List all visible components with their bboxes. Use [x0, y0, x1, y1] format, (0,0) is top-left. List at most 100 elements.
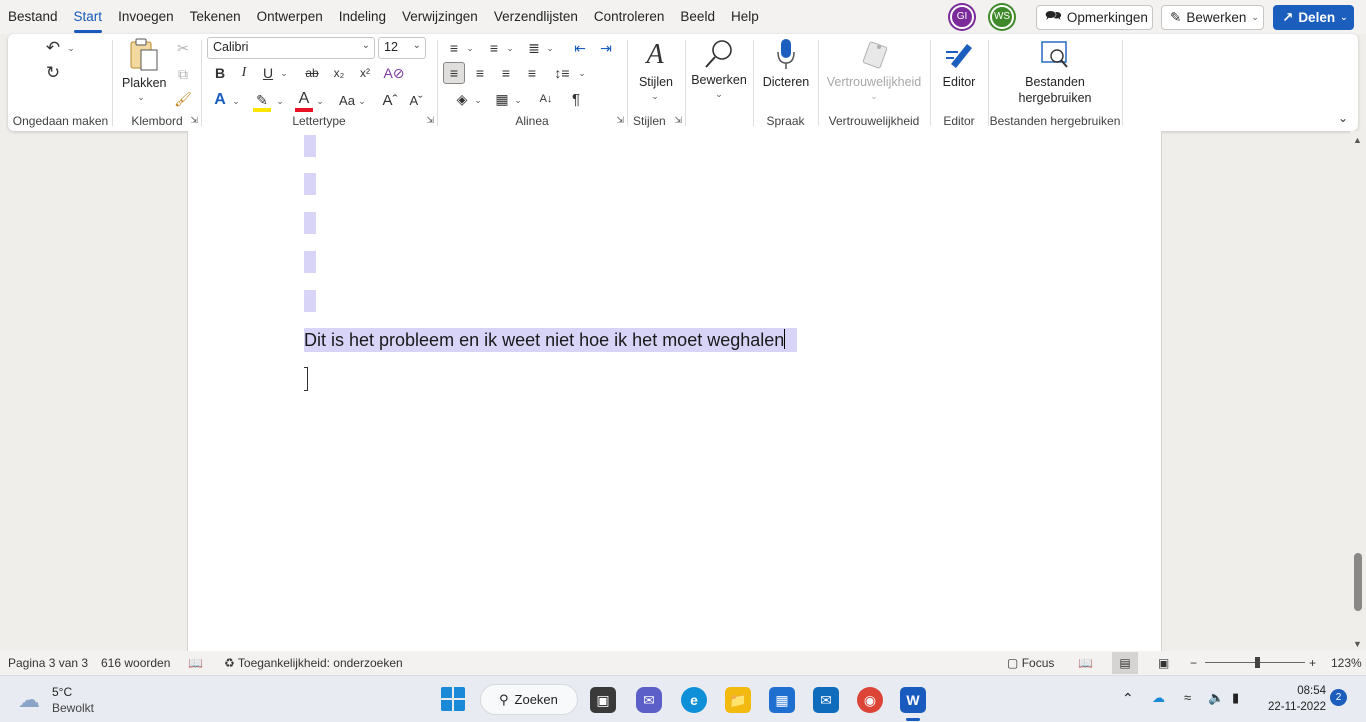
accessibility-status[interactable]: ♻ Toegankelijkheid: onderzoeken [224, 656, 403, 670]
redo-icon[interactable]: ↻ [42, 62, 64, 84]
justify-icon[interactable]: ≡ [521, 62, 543, 84]
shrink-font-icon[interactable]: Aˇ [405, 90, 427, 110]
chevron-down-icon[interactable]: ⌄ [231, 96, 241, 106]
tab-indeling[interactable]: Indeling [331, 0, 394, 34]
read-mode-icon[interactable]: 📖 [1078, 656, 1093, 670]
taskbar-search[interactable]: ⚲ Zoeken [480, 684, 578, 715]
clipboard-launcher-icon[interactable]: ⇲ [190, 115, 198, 126]
decrease-indent-icon[interactable]: ⇤ [569, 38, 591, 58]
chevron-down-icon[interactable]: ⌄ [577, 68, 587, 78]
tab-ontwerpen[interactable]: Ontwerpen [249, 0, 331, 34]
paragraph-launcher-icon[interactable]: ⇲ [616, 115, 624, 126]
tab-verwijzingen[interactable]: Verwijzingen [394, 0, 486, 34]
zoom-in-icon[interactable]: + [1309, 656, 1316, 670]
file-explorer-icon[interactable]: 📁 [725, 687, 751, 713]
bullets-icon[interactable]: ≡ [443, 38, 465, 58]
show-paragraph-marks-icon[interactable]: ¶ [565, 89, 587, 109]
font-launcher-icon[interactable]: ⇲ [426, 115, 434, 126]
align-right-icon[interactable]: ≡ [495, 62, 517, 84]
tab-bestand[interactable]: Bestand [0, 0, 66, 34]
chevron-down-icon[interactable]: ⌄ [315, 96, 325, 106]
chevron-down-icon[interactable]: ⌄ [465, 43, 475, 53]
mail-icon[interactable]: ✉ [813, 687, 839, 713]
share-button[interactable]: ↗ Delen ⌄ [1273, 5, 1354, 30]
edge-browser-icon[interactable]: e [681, 687, 707, 713]
zoom-level[interactable]: 123% [1331, 656, 1362, 670]
numbering-icon[interactable]: ≡ [483, 38, 505, 58]
word-count[interactable]: 616 woorden [101, 656, 170, 670]
chevron-down-icon[interactable]: ⌄ [275, 96, 285, 106]
format-painter-icon[interactable]: 🖌 [173, 89, 193, 109]
bold-button[interactable]: B [211, 64, 229, 82]
tab-beeld[interactable]: Beeld [672, 0, 723, 34]
chevron-down-icon[interactable]: ⌄ [513, 95, 523, 105]
clock[interactable]: 08:54 22-11-2022 [1258, 683, 1326, 715]
scroll-down-icon[interactable]: ▼ [1353, 639, 1362, 649]
editing-mode-button[interactable]: ✎ Bewerken ⌄ [1161, 5, 1264, 30]
task-view-icon[interactable]: ▣ [590, 687, 616, 713]
chevron-down-icon[interactable]: ⌄ [505, 43, 515, 53]
highlight-color-icon[interactable]: ✎ [251, 90, 273, 110]
focus-mode-button[interactable]: ▢ Focus [1007, 656, 1054, 670]
tab-start[interactable]: Start [66, 0, 111, 34]
change-case-button[interactable]: Aa [335, 90, 359, 110]
onedrive-icon[interactable]: ☁ [1152, 690, 1165, 706]
tab-help[interactable]: Help [723, 0, 767, 34]
scrollbar-thumb[interactable] [1354, 553, 1362, 611]
microsoft-store-icon[interactable]: ▦ [769, 687, 795, 713]
chrome-browser-icon[interactable]: ◉ [857, 687, 883, 713]
grow-font-icon[interactable]: Aˆ [379, 90, 401, 110]
zoom-out-icon[interactable]: − [1190, 656, 1197, 670]
tab-invoegen[interactable]: Invoegen [110, 0, 182, 34]
align-left-icon[interactable]: ≡ [443, 62, 465, 84]
text-effects-icon[interactable]: A [209, 90, 231, 110]
cut-icon[interactable]: ✂ [173, 38, 193, 58]
sort-icon[interactable]: A↓ [535, 89, 557, 109]
clear-formatting-icon[interactable]: A⊘ [383, 64, 405, 82]
teams-chat-icon[interactable]: ✉ [636, 687, 662, 713]
align-center-icon[interactable]: ≡ [469, 62, 491, 84]
undo-icon[interactable]: ↶ [42, 37, 64, 59]
shading-icon[interactable]: ◈ [451, 89, 473, 109]
wifi-icon[interactable]: ≈ [1184, 690, 1191, 705]
font-color-icon[interactable]: A [293, 89, 315, 109]
show-hidden-icons-icon[interactable]: ⌃ [1122, 690, 1134, 707]
strikethrough-button[interactable]: ab [301, 64, 323, 82]
notification-badge[interactable]: 2 [1330, 689, 1347, 706]
tab-controleren[interactable]: Controleren [586, 0, 673, 34]
word-app-icon[interactable]: W [900, 687, 926, 713]
tab-tekenen[interactable]: Tekenen [182, 0, 249, 34]
subscript-icon[interactable]: x₂ [329, 64, 349, 82]
superscript-icon[interactable]: x² [355, 64, 375, 82]
font-name-combo[interactable]: Calibri ⌄ [207, 37, 375, 59]
volume-icon[interactable]: 🔈 [1208, 690, 1224, 706]
increase-indent-icon[interactable]: ⇥ [595, 38, 617, 58]
collaborator-avatar-gi[interactable]: GI [950, 5, 974, 29]
collapse-ribbon-icon[interactable]: ⌄ [1338, 111, 1348, 125]
collaborator-avatar-ws[interactable]: WS [990, 5, 1014, 29]
multilevel-list-icon[interactable]: ≣ [523, 38, 545, 58]
line-spacing-icon[interactable]: ↕≡ [551, 62, 573, 84]
chevron-down-icon[interactable]: ⌄ [357, 96, 367, 106]
page-count[interactable]: Pagina 3 van 3 [8, 656, 88, 670]
tab-verzendlijsten[interactable]: Verzendlijsten [486, 0, 586, 34]
comments-button[interactable]: 🗪 Opmerkingen [1036, 5, 1153, 30]
print-layout-icon[interactable]: ▤ [1112, 652, 1138, 674]
web-layout-icon[interactable]: ▣ [1158, 656, 1169, 670]
proofing-icon[interactable]: 📖 [188, 656, 203, 670]
selected-text-line[interactable]: Dit is het probleem en ik weet niet hoe … [304, 328, 798, 352]
copy-icon[interactable]: ⧉ [173, 64, 193, 84]
chevron-down-icon[interactable]: ⌄ [279, 68, 289, 78]
document-page[interactable]: Dit is het probleem en ik weet niet hoe … [187, 131, 1162, 651]
scroll-up-icon[interactable]: ▲ [1353, 135, 1362, 145]
chevron-down-icon[interactable]: ⌄ [545, 43, 555, 53]
vertical-scrollbar[interactable]: ▲ ▼ [1350, 131, 1366, 651]
font-size-combo[interactable]: 12 ⌄ [378, 37, 426, 59]
borders-icon[interactable]: ▦ [491, 89, 513, 109]
zoom-slider-thumb[interactable] [1255, 657, 1260, 668]
italic-button[interactable]: I [235, 64, 253, 82]
underline-button[interactable]: U [259, 64, 277, 82]
chevron-down-icon[interactable]: ⌄ [473, 95, 483, 105]
windows-start-icon[interactable] [440, 686, 466, 712]
styles-launcher-icon[interactable]: ⇲ [674, 115, 682, 126]
